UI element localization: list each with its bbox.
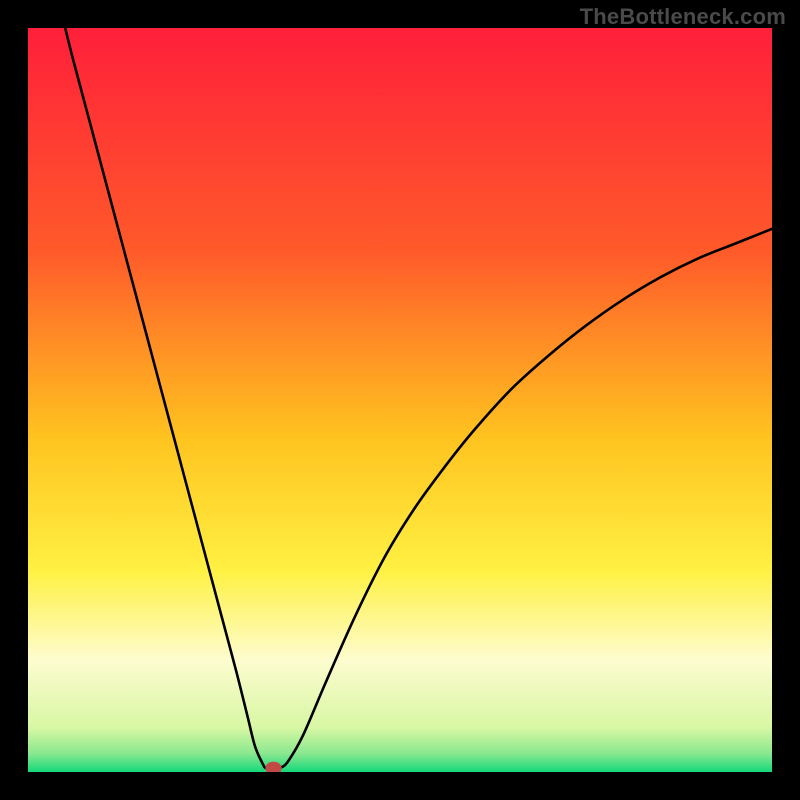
chart-background [28,28,772,772]
chart-plot [28,28,772,772]
chart-frame: TheBottleneck.com [0,0,800,800]
watermark-text: TheBottleneck.com [580,4,786,30]
